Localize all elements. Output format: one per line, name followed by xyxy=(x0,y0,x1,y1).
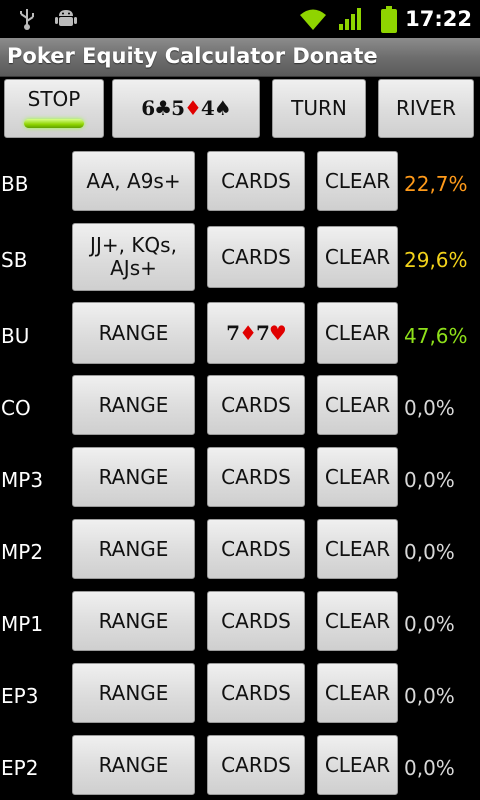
equity-ep3: 0,0% xyxy=(404,684,455,708)
hole-cards-bu: 7♦7♥ xyxy=(226,320,287,345)
range-button-bb[interactable]: AA, A9s+ xyxy=(72,151,195,211)
equity-ep2: 0,0% xyxy=(404,756,455,780)
stop-button[interactable]: STOP xyxy=(4,79,104,138)
stop-label: STOP xyxy=(27,87,81,111)
clear-button-sb[interactable]: CLEAR xyxy=(317,226,398,288)
clear-button-bb[interactable]: CLEAR xyxy=(317,151,398,211)
heart-suit-icon: ♥ xyxy=(268,320,287,345)
clear-button-mp1[interactable]: CLEAR xyxy=(317,591,398,651)
river-button[interactable]: RIVER xyxy=(378,79,474,138)
cards-button-ep3[interactable]: CARDS xyxy=(207,663,305,723)
position-label-mp2: MP2 xyxy=(1,540,44,564)
cards-button-mp3[interactable]: CARDS xyxy=(207,447,305,507)
signal-icon xyxy=(338,6,364,36)
position-label-mp1: MP1 xyxy=(1,612,44,636)
position-label-ep2: EP2 xyxy=(1,756,39,780)
position-label-bb: BB xyxy=(1,172,29,196)
board-cards-button[interactable]: 6♣5♦4♠ xyxy=(112,79,260,138)
cards-button-mp2[interactable]: CARDS xyxy=(207,519,305,579)
cards-button-mp1[interactable]: CARDS xyxy=(207,591,305,651)
cards-button-bb[interactable]: CARDS xyxy=(207,151,305,211)
wifi-icon xyxy=(298,6,328,36)
cards-button-ep2[interactable]: CARDS xyxy=(207,735,305,795)
clear-button-ep2[interactable]: CLEAR xyxy=(317,735,398,795)
equity-mp1: 0,0% xyxy=(404,612,455,636)
clear-button-mp2[interactable]: CLEAR xyxy=(317,519,398,579)
title-bar: Poker Equity Calculator Donate xyxy=(0,38,480,77)
equity-bu: 47,6% xyxy=(404,324,468,348)
equity-mp2: 0,0% xyxy=(404,540,455,564)
android-debug-icon xyxy=(54,6,78,34)
range-button-co[interactable]: RANGE xyxy=(72,375,195,435)
range-button-ep3[interactable]: RANGE xyxy=(72,663,195,723)
cards-button-co[interactable]: CARDS xyxy=(207,375,305,435)
battery-icon xyxy=(380,6,398,38)
clear-button-bu[interactable]: CLEAR xyxy=(317,302,398,364)
range-button-mp1[interactable]: RANGE xyxy=(72,591,195,651)
clear-button-ep3[interactable]: CLEAR xyxy=(317,663,398,723)
position-label-bu: BU xyxy=(1,324,30,348)
club-suit-icon: ♣ xyxy=(154,96,172,120)
status-bar: 17:22 xyxy=(0,0,480,38)
equity-bb: 22,7% xyxy=(404,172,468,196)
range-button-bu[interactable]: RANGE xyxy=(72,302,195,364)
equity-sb: 29,6% xyxy=(404,248,468,272)
clear-button-mp3[interactable]: CLEAR xyxy=(317,447,398,507)
equity-mp3: 0,0% xyxy=(404,468,455,492)
diamond-suit-icon: ♦ xyxy=(239,320,257,345)
range-button-mp2[interactable]: RANGE xyxy=(72,519,195,579)
clear-button-co[interactable]: CLEAR xyxy=(317,375,398,435)
position-label-co: CO xyxy=(1,396,31,420)
position-label-sb: SB xyxy=(1,248,28,272)
range-button-mp3[interactable]: RANGE xyxy=(72,447,195,507)
range-button-sb[interactable]: JJ+, KQs, AJs+ xyxy=(72,223,195,291)
cards-button-bu[interactable]: 7♦7♥ xyxy=(207,302,305,364)
equity-co: 0,0% xyxy=(404,396,455,420)
cards-button-sb[interactable]: CARDS xyxy=(207,226,305,288)
spade-suit-icon: ♠ xyxy=(213,96,232,120)
usb-icon xyxy=(16,6,38,34)
diamond-suit-icon: ♦ xyxy=(183,96,202,120)
app-title: Poker Equity Calculator Donate xyxy=(7,44,378,68)
position-label-mp3: MP3 xyxy=(1,468,44,492)
position-label-ep3: EP3 xyxy=(1,684,39,708)
range-button-ep2[interactable]: RANGE xyxy=(72,735,195,795)
clock: 17:22 xyxy=(405,7,472,31)
running-indicator-icon xyxy=(24,119,84,128)
turn-button[interactable]: TURN xyxy=(272,79,366,138)
board-cards: 6♣5♦4♠ xyxy=(141,96,232,120)
